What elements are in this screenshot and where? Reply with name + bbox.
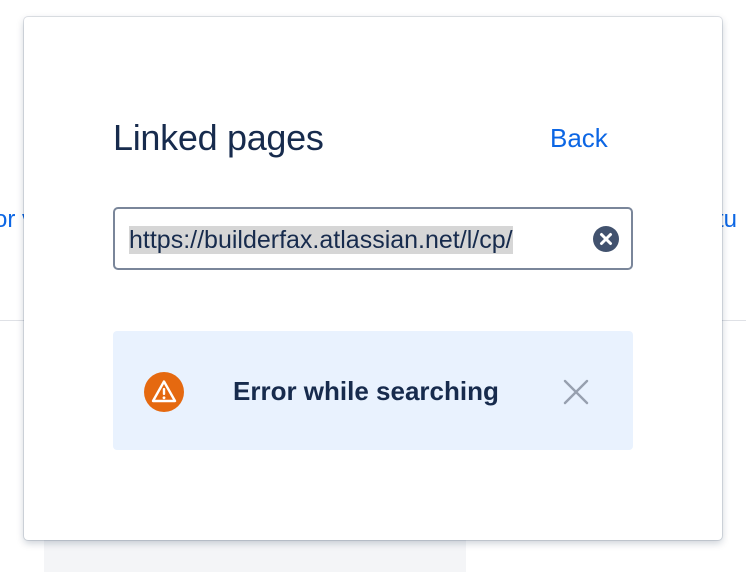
search-input[interactable]: https://builderfax.atlassian.net/l/cp/ (129, 224, 585, 256)
error-flag: Error while searching (113, 331, 633, 450)
linked-pages-popup: Linked pages Back https://builderfax.atl… (24, 17, 722, 540)
background-panel (44, 536, 466, 572)
search-input-value: https://builderfax.atlassian.net/l/cp/ (129, 226, 513, 254)
search-field[interactable]: https://builderfax.atlassian.net/l/cp/ (113, 207, 633, 270)
close-icon (563, 379, 589, 405)
warning-icon (144, 372, 184, 412)
clear-search-button[interactable] (592, 225, 620, 253)
error-message: Error while searching (233, 376, 499, 406)
back-button[interactable]: Back (550, 123, 608, 154)
dismiss-error-button[interactable] (562, 378, 590, 406)
clear-icon (593, 226, 619, 252)
popup-title: Linked pages (113, 117, 324, 158)
page-stage: or v tu Linked pages Back https://builde… (0, 0, 746, 572)
